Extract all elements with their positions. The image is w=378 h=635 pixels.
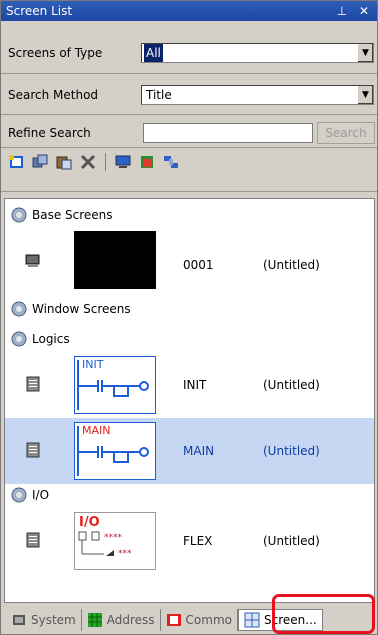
panel-titlebar: Screen List ⊥ ✕ <box>1 1 377 21</box>
list-item[interactable]: 0001 (Untitled) <box>5 229 374 295</box>
screen-list[interactable]: Base Screens 0001 (Untitled) Window Scre… <box>4 198 375 603</box>
chevron-down-icon[interactable]: ▼ <box>357 44 373 62</box>
refine-search-label: Refine Search <box>8 126 91 140</box>
screen-number: FLEX <box>183 534 213 548</box>
copy-screen-icon[interactable] <box>31 153 49 171</box>
paste-screen-icon[interactable] <box>55 153 73 171</box>
io-screen-icon <box>26 532 40 548</box>
divider <box>1 73 377 74</box>
type-filter-value: All <box>144 44 163 62</box>
delete-icon[interactable] <box>79 153 97 171</box>
thumb-label: MAIN <box>82 424 111 437</box>
type-filter-label: Screens of Type <box>8 46 103 60</box>
screen-group-icon <box>11 207 27 223</box>
tab-common[interactable]: Commo <box>161 608 238 631</box>
search-button[interactable]: Search <box>317 122 375 144</box>
search-method-select[interactable]: Title ▼ <box>141 85 374 105</box>
tab-system[interactable]: System <box>1 608 82 631</box>
screen-number: 0001 <box>183 258 214 272</box>
list-item[interactable]: INIT INIT (Untitled) <box>5 352 374 418</box>
logic-screen-icon <box>26 376 40 392</box>
thumb-label: INIT <box>82 358 104 371</box>
screen-group-icon <box>11 331 27 347</box>
group-logics[interactable]: Logics <box>10 329 70 349</box>
divider <box>1 191 377 192</box>
address-icon <box>87 612 102 627</box>
thumb-stars: **** <box>104 533 123 543</box>
tab-label: System <box>31 612 76 627</box>
type-filter-row: Screens of Type All ▼ <box>1 39 377 67</box>
tab-label: Address <box>106 612 155 627</box>
ladder-thumbnail-icon: INIT <box>74 356 156 414</box>
screen-thumbnail <box>74 231 156 289</box>
screen-title: (Untitled) <box>263 378 320 392</box>
highlight-annotation <box>272 594 375 634</box>
tab-label: Commo <box>185 612 232 627</box>
search-method-row: Search Method Title ▼ <box>1 81 377 109</box>
group-label: Window Screens <box>32 302 131 316</box>
logic-screen-icon <box>26 442 40 458</box>
chevron-down-icon[interactable]: ▼ <box>357 86 373 104</box>
screen-icon <box>25 254 40 267</box>
screen-list-icon <box>244 612 260 627</box>
close-icon[interactable]: ✕ <box>359 4 373 18</box>
type-filter-select[interactable]: All ▼ <box>141 43 374 63</box>
group-io[interactable]: I/O <box>10 485 49 505</box>
pin-icon[interactable]: ⊥ <box>337 4 351 18</box>
toolbar-separator <box>105 153 106 171</box>
io-thumbnail-icon: I/O **** *** <box>74 512 156 570</box>
list-item-selected[interactable]: MAIN MAIN (Untitled) <box>5 418 374 484</box>
screen-group-icon <box>11 487 27 503</box>
group-label: Logics <box>32 332 70 346</box>
refine-search-row: Refine Search Search <box>1 119 377 147</box>
screen-title: (Untitled) <box>263 444 320 458</box>
group-base-screens[interactable]: Base Screens <box>10 205 113 225</box>
group-label: Base Screens <box>32 208 113 222</box>
screen-title: (Untitled) <box>263 258 320 272</box>
divider <box>1 114 377 115</box>
common-icon <box>166 613 181 626</box>
screen-list-panel: Screen List ⊥ ✕ Screens of Type All ▼ Se… <box>0 0 378 635</box>
new-screen-icon[interactable] <box>7 153 25 171</box>
screen-number: MAIN <box>183 444 215 458</box>
divider <box>1 147 377 148</box>
search-method-label: Search Method <box>8 88 99 102</box>
group-window-screens[interactable]: Window Screens <box>10 299 131 319</box>
system-icon <box>13 614 25 625</box>
group-label: I/O <box>32 488 50 502</box>
screen-group-icon <box>11 301 27 317</box>
search-method-value: Title <box>146 88 172 102</box>
screen-number: INIT <box>183 378 207 392</box>
thumb-label: I/O <box>79 515 100 530</box>
screen-title: (Untitled) <box>263 534 320 548</box>
screen-toolbar <box>7 151 180 173</box>
properties-icon[interactable] <box>138 153 156 171</box>
panel-title: Screen List <box>6 4 73 18</box>
thumb-stars: *** <box>118 549 132 559</box>
refine-search-input[interactable] <box>143 123 313 143</box>
list-item[interactable]: I/O **** *** FLEX (Untitled) <box>5 508 374 574</box>
arrange-icon[interactable] <box>162 153 180 171</box>
tab-address[interactable]: Address <box>82 608 161 631</box>
ladder-thumbnail-icon: MAIN <box>74 422 156 480</box>
display-icon[interactable] <box>114 153 132 171</box>
